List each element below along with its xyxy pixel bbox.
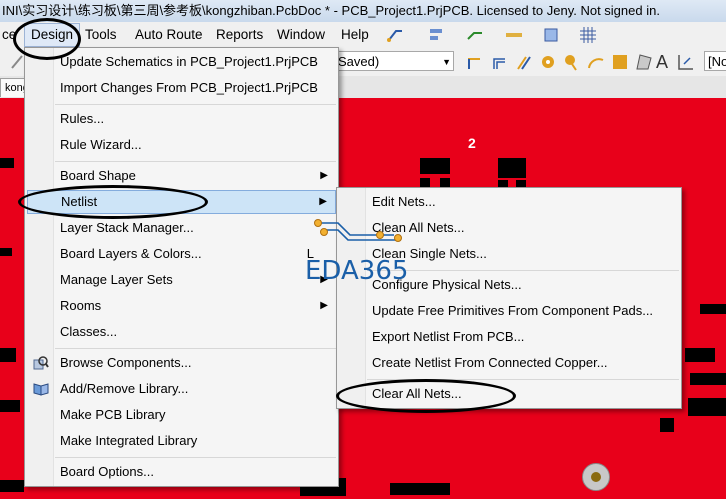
pcb-copper-void	[498, 158, 526, 178]
multi-route-icon[interactable]	[514, 52, 534, 72]
menu-item-classes[interactable]: Classes...	[27, 320, 336, 344]
menu-item-make-pcb-library[interactable]: Make PCB Library	[27, 403, 336, 427]
pcb-copper-void	[0, 480, 24, 492]
menu-item-board-options[interactable]: Board Options...	[27, 460, 336, 484]
pcb-copper-void	[0, 158, 14, 168]
menu-item-label: Export Netlist From PCB...	[372, 329, 525, 344]
menu-item-browse-components[interactable]: Browse Components...	[27, 351, 336, 375]
menu-help[interactable]: Help	[341, 22, 369, 48]
menu-item-rules[interactable]: Rules...	[27, 107, 336, 131]
arc-icon[interactable]	[586, 52, 606, 72]
menu-item-layer-stack-manager[interactable]: Layer Stack Manager...	[27, 216, 336, 240]
menu-item-update-schematics[interactable]: Update Schematics in PCB_Project1.PrjPCB	[27, 50, 336, 74]
chevron-down-icon: ▼	[442, 57, 451, 67]
align-icon[interactable]	[427, 25, 447, 45]
pcb-pad[interactable]	[582, 463, 610, 491]
submenu-arrow-icon: ▶	[320, 300, 328, 311]
menu-auto-route[interactable]: Auto Route	[135, 22, 203, 48]
layer-set-combo-value: Saved)	[338, 54, 380, 69]
submenu-item-export-netlist[interactable]: Export Netlist From PCB...	[339, 325, 679, 349]
watermark-logo-icon	[314, 219, 402, 242]
menu-item-board-layers-colors[interactable]: Board Layers & Colors... L	[27, 242, 336, 266]
pcb-copper-void	[660, 418, 674, 432]
pcb-copper-void	[700, 304, 726, 314]
pcb-copper-void	[688, 398, 726, 416]
menu-item-label: Manage Layer Sets	[60, 272, 173, 287]
place-wire-icon[interactable]	[386, 25, 406, 45]
menu-separator	[55, 104, 336, 105]
measure-icon[interactable]	[504, 25, 524, 45]
submenu-arrow-icon: ▶	[320, 170, 328, 181]
menu-item-rooms[interactable]: Rooms ▶	[27, 294, 336, 318]
menu-item-label: Rule Wizard...	[60, 137, 142, 152]
menu-item-label: Edit Nets...	[372, 194, 436, 209]
menu-item-label: Update Schematics in PCB_Project1.PrjPCB	[60, 54, 318, 69]
annotation-ellipse-design	[13, 18, 81, 60]
menu-item-label: Create Netlist From Connected Copper...	[372, 355, 608, 370]
polygon-icon[interactable]	[634, 52, 654, 72]
submenu-item-create-netlist-copper[interactable]: Create Netlist From Connected Copper...	[339, 351, 679, 375]
place-via-icon[interactable]	[562, 52, 582, 72]
menu-item-label: Make PCB Library	[60, 407, 166, 422]
menu-item-add-remove-library[interactable]: Add/Remove Library...	[27, 377, 336, 401]
library-book-icon	[33, 381, 49, 397]
menu-item-import-changes[interactable]: Import Changes From PCB_Project1.PrjPCB	[27, 76, 336, 100]
menu-separator	[55, 457, 336, 458]
menu-item-label: Board Shape	[60, 168, 136, 183]
pcb-copper-void	[685, 348, 715, 362]
menu-item-label: Import Changes From PCB_Project1.PrjPCB	[60, 80, 318, 95]
place-component-icon[interactable]	[541, 25, 561, 45]
menu-bar: ce Design Tools Auto Route Reports Windo…	[0, 22, 726, 49]
diff-pair-route-icon[interactable]	[490, 52, 510, 72]
submenu-arrow-icon: ▶	[319, 196, 327, 207]
pcb-copper-void	[420, 158, 450, 174]
menu-item-label: Layer Stack Manager...	[60, 220, 194, 235]
grid-icon[interactable]	[578, 25, 598, 45]
place-pad-icon[interactable]	[538, 52, 558, 72]
menu-item-label: Make Integrated Library	[60, 433, 198, 448]
menu-item-manage-layer-sets[interactable]: Manage Layer Sets ▶	[27, 268, 336, 292]
menu-item-label: Board Layers & Colors...	[60, 246, 202, 261]
window-title: INI\实习设计\练习板\第三周\参考板\kongzhiban.PcbDoc *…	[2, 3, 660, 18]
pcb-copper-void	[0, 248, 12, 256]
design-menu: Update Schematics in PCB_Project1.PrjPCB…	[24, 47, 339, 487]
menu-item-label: Rules...	[60, 111, 105, 126]
string-icon[interactable]: A	[652, 52, 672, 72]
menu-window[interactable]: Window	[277, 22, 325, 48]
menu-separator	[55, 348, 336, 349]
menu-item-label: Board Options...	[60, 464, 154, 479]
menu-item-rule-wizard[interactable]: Rule Wizard...	[27, 133, 336, 157]
pcb-copper-void	[690, 373, 726, 385]
coordinate-icon[interactable]	[676, 52, 696, 72]
menu-item-board-shape[interactable]: Board Shape ▶	[27, 164, 336, 188]
pcb-copper-void	[0, 400, 20, 412]
annotation-ellipse-clear-all-nets	[336, 379, 516, 413]
route-icon[interactable]	[466, 25, 486, 45]
filter-combo-value: [No	[708, 54, 726, 69]
interactive-route-icon[interactable]	[466, 52, 486, 72]
submenu-item-edit-nets[interactable]: Edit Nets...	[339, 190, 679, 214]
pcb-component-label: 2	[468, 135, 476, 151]
pcb-copper-void	[0, 348, 16, 362]
watermark-text: EDA365	[305, 256, 409, 286]
fill-icon[interactable]	[610, 52, 630, 72]
menu-tools[interactable]: Tools	[85, 22, 117, 48]
annotation-ellipse-netlist	[18, 185, 208, 219]
pcb-copper-void	[390, 483, 450, 495]
filter-combo[interactable]: [No	[704, 51, 726, 71]
menu-item-label: Classes...	[60, 324, 118, 339]
layer-set-combo[interactable]: Saved) ▼	[334, 51, 454, 71]
title-bar: INI\实习设计\练习板\第三周\参考板\kongzhiban.PcbDoc *…	[0, 0, 726, 23]
menu-item-label: Browse Components...	[60, 355, 192, 370]
menu-item-make-integrated-library[interactable]: Make Integrated Library	[27, 429, 336, 453]
menu-separator	[55, 161, 336, 162]
browse-components-icon	[33, 355, 49, 371]
menu-item-label: Add/Remove Library...	[60, 381, 189, 396]
submenu-item-update-free-primitives[interactable]: Update Free Primitives From Component Pa…	[339, 299, 679, 323]
menu-separator	[367, 270, 679, 271]
menu-item-label: Update Free Primitives From Component Pa…	[372, 303, 654, 318]
menu-reports[interactable]: Reports	[216, 22, 263, 48]
menu-item-label: Rooms	[60, 298, 102, 313]
